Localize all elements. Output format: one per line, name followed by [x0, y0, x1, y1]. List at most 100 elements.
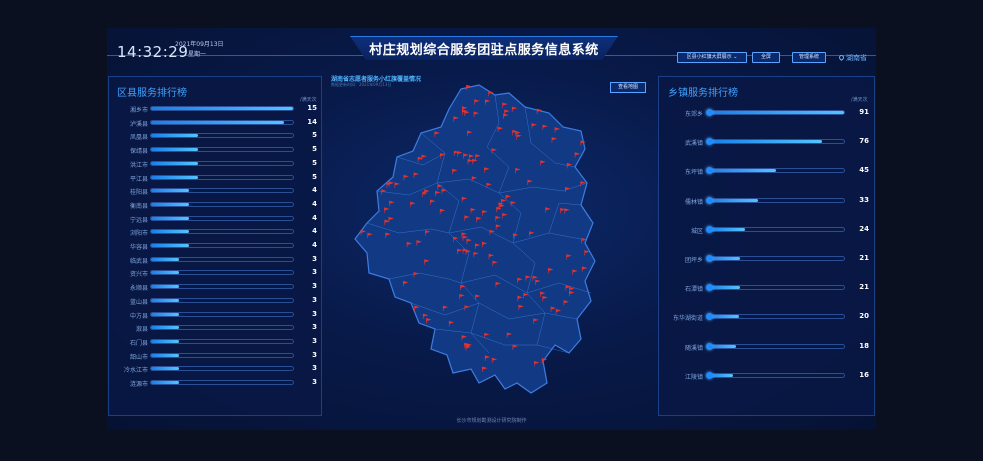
- county-value: 3: [312, 350, 317, 359]
- town-name: 东郊乡: [684, 111, 703, 118]
- view-select[interactable]: 区县小红旗大屏展示 ⌄: [677, 52, 747, 63]
- town-bar-fill: [709, 140, 822, 144]
- county-bar-track: [150, 366, 294, 372]
- county-ranking-panel: 区县服务排行榜 /满天次 湘乡市 15 泸溪县 14 凤凰县 5 保靖县 5 洪江市 5 平江县 5 桂…: [108, 76, 322, 416]
- town-bar-fill: [709, 286, 741, 290]
- county-ranking-row: 华容县 4: [109, 241, 323, 251]
- town-ranking-row: 城区 24: [659, 224, 876, 236]
- town-bar-track: [706, 225, 845, 233]
- county-ranking-row: 保靖县 5: [109, 145, 323, 155]
- town-value: 16: [859, 370, 869, 379]
- town-bar-track: [706, 196, 845, 204]
- view-select-label: 区县小红旗大屏展示: [686, 54, 732, 60]
- town-bar-fill: [709, 227, 745, 231]
- town-bar-track: [706, 313, 845, 321]
- county-ranking-row: 中方县 3: [109, 310, 323, 320]
- county-ranking-row: 桂阳县 4: [109, 186, 323, 196]
- county-value: 3: [312, 364, 317, 373]
- county-name: 涟源市: [129, 381, 148, 388]
- county-bar-track: [150, 188, 294, 194]
- county-name: 洪江市: [129, 161, 148, 169]
- town-bar-fill: [709, 344, 736, 348]
- county-name: 宁远县: [129, 216, 148, 224]
- county-value: 4: [312, 186, 317, 195]
- county-value: 5: [312, 172, 317, 181]
- town-bar-knob: [706, 196, 713, 204]
- county-value: 3: [312, 254, 317, 263]
- county-bar-track: [150, 284, 294, 290]
- county-ranking-row: 凤凰县 5: [109, 131, 323, 141]
- town-bar-fill: [709, 257, 741, 260]
- province-outline[interactable]: [354, 84, 596, 394]
- county-ranking-row: 临武县 3: [109, 255, 323, 265]
- town-bar-knob: [706, 138, 713, 146]
- admin-button[interactable]: 管理系统: [792, 52, 826, 63]
- county-bar-fill: [151, 175, 199, 179]
- county-value: 3: [312, 378, 317, 386]
- town-value: 21: [859, 283, 869, 292]
- county-bar-track: [150, 147, 294, 153]
- region-selector[interactable]: 湖南省: [837, 53, 867, 63]
- page-title: 村庄规划综合服务团驻点服务信息系统: [369, 43, 599, 58]
- county-value: 4: [312, 241, 317, 249]
- county-name: 中方县: [129, 312, 148, 320]
- county-name: 衡南县: [129, 202, 148, 210]
- county-bar-fill: [151, 312, 180, 316]
- town-value: 24: [859, 224, 869, 233]
- county-value: 4: [312, 199, 317, 208]
- town-bar-fill: [709, 198, 758, 202]
- town-bar-track: [706, 109, 845, 116]
- county-value: 5: [312, 131, 317, 140]
- town-bar-track: [706, 342, 845, 350]
- town-ranking-row: 随溪镇 18: [659, 341, 876, 353]
- county-ranking-row: 浏阳市 4: [109, 227, 323, 237]
- county-ranking-row: 平江县 5: [109, 173, 323, 183]
- town-name: 随溪镇: [684, 344, 703, 352]
- town-bar-knob: [706, 284, 713, 292]
- county-bar-track: [150, 215, 294, 221]
- county-name: 保靖县: [129, 148, 148, 156]
- county-bar-track: [150, 256, 294, 262]
- fullscreen-button[interactable]: 全屏: [752, 52, 780, 63]
- town-ranking-row: 石潭镇 21: [659, 282, 876, 294]
- chevron-down-icon: ⌄: [733, 54, 738, 60]
- town-value: 76: [859, 137, 869, 146]
- county-ranking-row: 衡南县 4: [109, 200, 323, 210]
- county-bar-fill: [151, 285, 180, 289]
- footer-credit: 长沙市规划勘测设计研究院制作: [456, 418, 527, 424]
- town-name: 石潭镇: [684, 286, 703, 294]
- town-bar-fill: [709, 111, 844, 114]
- county-name: 凤凰县: [129, 134, 148, 142]
- town-name: 城区: [690, 227, 703, 235]
- town-bar-knob: [706, 109, 713, 116]
- town-name: 武溪镇: [684, 140, 703, 148]
- county-bar-track: [150, 106, 294, 111]
- county-bar-fill: [151, 271, 180, 275]
- county-ranking-title: 区县服务排行榜: [117, 88, 187, 99]
- county-value: 3: [312, 268, 317, 277]
- town-value: 18: [859, 341, 869, 350]
- county-bar-track: [150, 133, 294, 139]
- town-bar-knob: [706, 342, 713, 350]
- town-name: 儒林镇: [684, 198, 703, 206]
- county-bar-fill: [151, 230, 189, 234]
- town-name: 团坪乡: [684, 257, 703, 264]
- county-ranking-row: 宁远县 4: [109, 214, 323, 224]
- town-ranking-row: 武溪镇 76: [659, 136, 876, 148]
- county-ranking-row: 韶山市 3: [109, 351, 323, 361]
- county-name: 临武县: [129, 257, 148, 265]
- county-name: 浏阳市: [129, 230, 148, 238]
- county-bar-track: [150, 119, 294, 125]
- county-bar-track: [150, 201, 294, 207]
- town-bar-knob: [706, 167, 713, 175]
- county-bar-fill: [151, 326, 180, 330]
- town-ranking-title: 乡镇服务排行榜: [668, 88, 738, 99]
- town-value: 33: [859, 195, 869, 204]
- town-bar-knob: [706, 313, 713, 321]
- town-name: 东华湖街道: [672, 315, 703, 323]
- hunan-map[interactable]: [349, 83, 619, 403]
- county-name: 平江县: [129, 175, 148, 183]
- county-name: 韶山市: [129, 353, 148, 361]
- county-name: 华容县: [129, 244, 148, 251]
- town-bar-track: [706, 284, 845, 292]
